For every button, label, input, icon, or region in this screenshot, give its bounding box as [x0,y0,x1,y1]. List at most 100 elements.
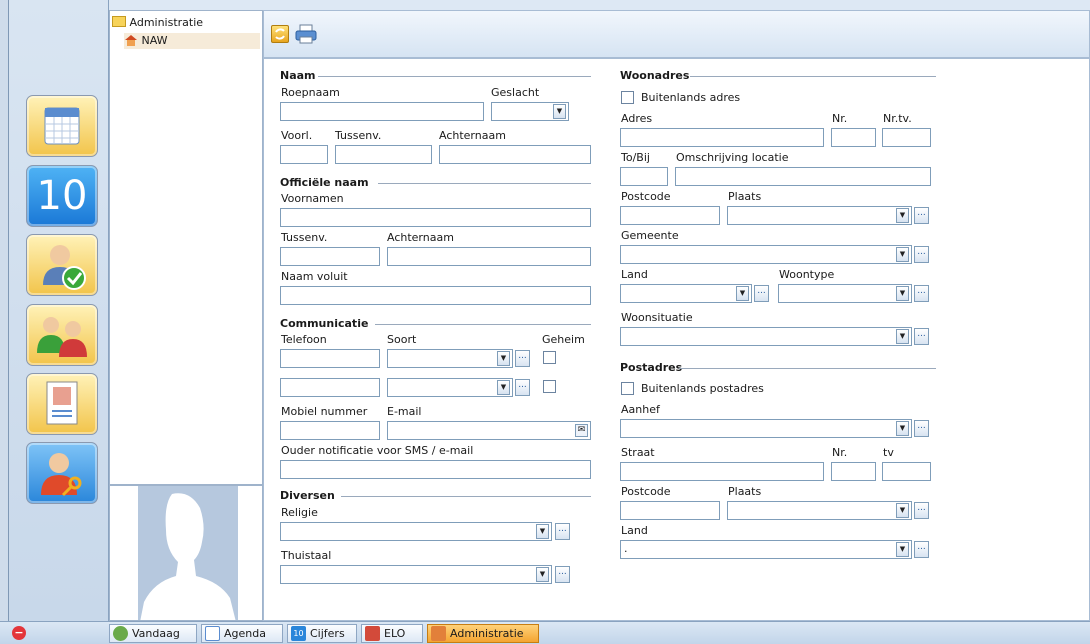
aanhef-select[interactable]: ▼ [620,419,912,438]
more-button[interactable]: ... [555,523,570,540]
label-naam-voluit: Naam voluit [281,270,348,283]
officieel-tussenvoegsel-input[interactable] [280,247,380,266]
tree-item-label: Administratie [129,16,204,29]
task-elo[interactable]: ELO [361,624,423,643]
plaats-select[interactable]: ▼ [727,206,912,225]
omschrijving-locatie-input[interactable] [675,167,931,186]
adres-input[interactable] [620,128,824,147]
groepen-icon[interactable] [26,304,98,366]
post-toevoeging-input[interactable] [882,462,931,481]
thuistaal-select[interactable]: ▼ [280,565,552,584]
achternaam-input[interactable] [439,145,591,164]
chevron-down-icon[interactable]: ▼ [553,104,566,119]
post-plaats-select[interactable]: ▼ [727,501,912,520]
more-button[interactable]: ... [515,350,530,367]
label-woontype: Woontype [779,268,835,281]
more-button[interactable]: ... [515,379,530,396]
more-button[interactable]: ... [914,285,929,302]
more-button[interactable]: ... [914,207,929,224]
label-achternaam: Achternaam [439,129,506,142]
print-icon[interactable] [295,24,317,44]
telefoon-input-2[interactable] [280,378,380,397]
folder-icon [112,16,126,27]
label-email: E-mail [387,405,422,418]
religie-select[interactable]: ▼ [280,522,552,541]
more-button[interactable]: ... [754,285,769,302]
cijfers-icon: 10 [291,626,306,641]
more-button[interactable]: ... [914,246,929,263]
voorletters-input[interactable] [280,145,328,164]
tree-item-naw[interactable]: NAW [124,33,260,49]
chevron-down-icon[interactable]: ▼ [497,351,510,366]
chevron-down-icon[interactable]: ▼ [497,380,510,395]
to-bij-input[interactable] [620,167,668,186]
geheim-checkbox-2[interactable] [543,380,556,393]
post-postcode-input[interactable] [620,501,720,520]
cijfers-icon[interactable]: 10 [26,165,98,227]
chevron-down-icon[interactable]: ▼ [896,329,909,344]
roepnaam-input[interactable] [280,102,484,121]
soort-select-1[interactable]: ▼ [387,349,513,368]
chevron-down-icon[interactable]: ▼ [536,567,549,582]
woontype-select[interactable]: ▼ [778,284,912,303]
gemeente-select[interactable]: ▼ [620,245,912,264]
tree-item-label: NAW [141,34,168,47]
soort-select-2[interactable]: ▼ [387,378,513,397]
label-post-postcode: Postcode [621,485,671,498]
refresh-icon[interactable] [271,25,289,43]
geheim-checkbox-1[interactable] [543,351,556,364]
task-vandaag[interactable]: Vandaag [109,624,197,643]
chevron-down-icon[interactable]: ▼ [896,247,909,262]
more-button[interactable]: ... [555,566,570,583]
label-straat: Straat [621,446,655,459]
straat-input[interactable] [620,462,824,481]
chevron-down-icon[interactable]: ▼ [736,286,749,301]
chevron-down-icon[interactable]: ▼ [896,208,909,223]
more-button[interactable]: ... [914,420,929,437]
naam-voluit-input[interactable] [280,286,591,305]
task-administratie[interactable]: Administratie [427,624,539,643]
post-land-select[interactable]: . ▼ [620,540,912,559]
buitenlands-adres-checkbox[interactable] [621,91,634,104]
more-button[interactable]: ... [914,328,929,345]
voornamen-input[interactable] [280,208,591,227]
chevron-down-icon[interactable]: ▼ [896,421,909,436]
label-aanhef: Aanhef [621,403,660,416]
more-button[interactable]: ... [914,541,929,558]
chevron-down-icon[interactable]: ▼ [536,524,549,539]
more-button[interactable]: ... [914,502,929,519]
leerlingkaart-icon[interactable] [26,373,98,435]
aanwezigheid-icon[interactable] [26,234,98,296]
task-cijfers[interactable]: 10 Cijfers [287,624,357,643]
officieel-achternaam-input[interactable] [387,247,591,266]
land-select[interactable]: ▼ [620,284,752,303]
woonsituatie-select[interactable]: ▼ [620,327,912,346]
postcode-input[interactable] [620,206,720,225]
label-to-bij: To/Bij [621,151,650,164]
task-agenda[interactable]: Agenda [201,624,283,643]
logout-icon[interactable]: − [12,626,26,640]
mail-icon[interactable]: ✉ [575,424,588,437]
telefoon-input-1[interactable] [280,349,380,368]
section-title-communicatie: Communicatie [280,317,369,330]
ouder-notificatie-input[interactable] [280,460,591,479]
label-geheim: Geheim [542,333,585,346]
section-title-naam: Naam [280,69,316,82]
task-label: ELO [384,627,406,640]
huisnummer-input[interactable] [831,128,876,147]
geslacht-select[interactable]: ▼ [491,102,569,121]
tree-item-administratie[interactable]: Administratie [112,15,203,31]
chevron-down-icon[interactable]: ▼ [896,542,909,557]
mobiel-nummer-input[interactable] [280,421,380,440]
agenda-icon[interactable] [26,95,98,157]
section-title-postadres: Postadres [620,361,683,374]
chevron-down-icon[interactable]: ▼ [896,503,909,518]
gebruiker-sleutel-icon[interactable] [26,442,98,504]
tussenvoegsel-input[interactable] [335,145,432,164]
email-input[interactable]: ✉ [387,421,591,440]
buitenlands-postadres-checkbox[interactable] [621,382,634,395]
task-label: Administratie [450,627,524,640]
post-huisnummer-input[interactable] [831,462,876,481]
chevron-down-icon[interactable]: ▼ [896,286,909,301]
huisnummer-toevoeging-input[interactable] [882,128,931,147]
